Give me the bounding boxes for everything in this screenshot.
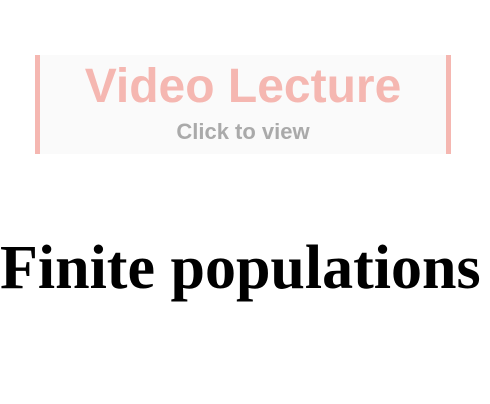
- video-lecture-button[interactable]: Video Lecture Click to view: [35, 55, 451, 154]
- video-lecture-title: Video Lecture: [84, 60, 402, 113]
- page-title: Finite populations: [0, 234, 481, 302]
- click-to-view-label: Click to view: [176, 119, 310, 144]
